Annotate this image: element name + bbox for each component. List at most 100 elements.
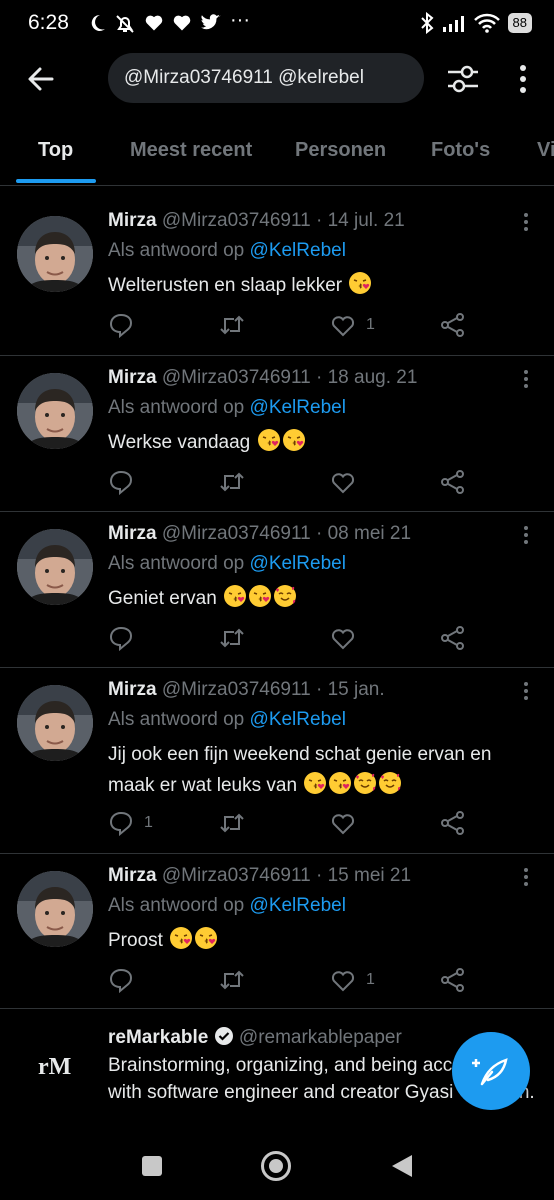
reply-button[interactable] [108,624,144,652]
compose-button[interactable] [452,1032,530,1110]
reply-prefix: Als antwoord op [108,397,245,418]
tab-videos[interactable]: Vi [537,139,554,162]
system-icons: 88 [420,12,532,34]
heart-status-icon [173,15,191,31]
retweet-button[interactable] [218,624,246,652]
like-button[interactable]: 1 [330,966,375,994]
author-name[interactable]: Mirza [108,865,157,886]
tweet-meta: @Mirza03746911 · 14 jul. 21 [161,210,405,231]
like-button[interactable]: 1 [330,311,375,339]
tab-top[interactable]: Top [38,139,73,162]
avatar[interactable] [17,373,93,449]
author-name[interactable]: Mirza [108,523,157,544]
like-icon [331,629,355,650]
tab-fotos[interactable]: Foto's [431,139,490,162]
search-query: @Mirza03746911 @kelrebel [124,67,364,88]
search-input[interactable]: @Mirza03746911 @kelrebel [108,53,424,103]
tweet-text: Welterusten en slaap lekker [108,275,343,296]
like-button[interactable] [330,624,366,652]
reply-button[interactable] [108,311,144,339]
kiss-emoji-icon [195,927,218,949]
tweet-more-icon[interactable] [520,369,532,389]
advertiser-logo: rM [38,1054,72,1080]
author-name[interactable]: reMarkable [108,1027,208,1048]
retweet-icon [220,315,244,335]
share-button[interactable] [440,624,466,652]
reply-button[interactable] [108,468,144,496]
tweet-actions: 1 [108,809,528,839]
like-count: 1 [366,316,375,333]
like-button[interactable] [330,809,366,837]
tweet-text-container: Proost [108,925,538,956]
status-time: 6:28 [28,11,69,34]
author-name[interactable]: Mirza [108,210,157,231]
share-icon [441,968,464,992]
retweet-icon [220,472,244,492]
tweet-more-icon[interactable] [520,681,532,701]
avatar-image [17,529,93,605]
tweet[interactable]: Mirza @Mirza03746911 · 18 aug. 21 Als ant… [0,355,554,512]
share-button[interactable] [440,966,466,994]
reply-handle-link[interactable]: @KelRebel [250,240,346,261]
retweet-button[interactable] [218,809,246,837]
tweet[interactable]: Mirza @Mirza03746911 · 14 jul. 21 Als ant… [0,198,554,356]
share-button[interactable] [440,468,466,496]
share-icon [441,811,464,835]
avatar[interactable] [17,871,93,947]
reply-icon [109,313,133,338]
reply-context: Als antwoord op @KelRebel [108,397,346,419]
filter-icon[interactable] [445,61,481,97]
reply-handle-link[interactable]: @KelRebel [250,895,346,916]
reply-handle-link[interactable]: @KelRebel [250,553,346,574]
wifi-icon [473,13,500,33]
reply-handle-link[interactable]: @KelRebel [250,397,346,418]
avatar[interactable] [17,685,93,761]
avatar-image [17,373,93,449]
tab-meest-recent[interactable]: Meest recent [130,139,252,162]
tweet-more-icon[interactable] [520,525,532,545]
tweet-more-icon[interactable] [520,867,532,887]
tab-personen[interactable]: Personen [295,139,386,162]
like-icon [331,971,355,992]
battery-indicator: 88 [507,13,532,33]
share-icon [441,313,464,337]
back-button[interactable] [390,1153,414,1179]
retweet-button[interactable] [218,966,246,994]
retweet-button[interactable] [218,311,246,339]
reply-context: Als antwoord op @KelRebel [108,240,346,262]
tweet-text: Werkse vandaag [108,432,251,453]
avatar[interactable] [17,529,93,605]
retweet-button[interactable] [218,468,246,496]
like-icon [331,316,355,337]
tweet-header: Mirza @Mirza03746911 · 18 aug. 21 [108,367,417,389]
verified-icon [214,1027,233,1045]
reply-button[interactable]: 1 [108,809,153,837]
avatar[interactable] [17,216,93,292]
more-vertical-icon[interactable] [508,62,538,96]
reply-icon [109,811,133,836]
signal-icon [442,16,464,32]
tweet[interactable]: Mirza @Mirza03746911 · 15 mei 21 Als antw… [0,853,554,1009]
share-button[interactable] [440,311,466,339]
kiss-emoji-icon [349,272,372,294]
reply-context: Als antwoord op @KelRebel [108,895,346,917]
tweet-meta: @Mirza03746911 · 15 mei 21 [161,865,412,886]
back-arrow-icon[interactable] [24,62,58,96]
tweet[interactable]: Mirza @Mirza03746911 · 15 jan. Als antwoo… [0,667,554,854]
like-button[interactable] [330,468,366,496]
reply-prefix: Als antwoord op [108,553,245,574]
share-button[interactable] [440,809,466,837]
compose-icon [472,1058,508,1086]
share-icon [441,626,464,650]
tweet-more-icon[interactable] [520,212,532,232]
home-button[interactable] [261,1151,291,1181]
reply-handle-link[interactable]: @KelRebel [250,709,346,730]
moon-icon [91,14,105,31]
recent-apps-button[interactable] [142,1156,162,1176]
reply-button[interactable] [108,966,144,994]
author-name[interactable]: Mirza [108,367,157,388]
author-name[interactable]: Mirza [108,679,157,700]
author-handle[interactable]: @remarkablepaper [239,1027,402,1048]
tweet-meta: @Mirza03746911 · 18 aug. 21 [161,367,418,388]
tweet[interactable]: Mirza @Mirza03746911 · 08 mei 21 Als antw… [0,511,554,668]
